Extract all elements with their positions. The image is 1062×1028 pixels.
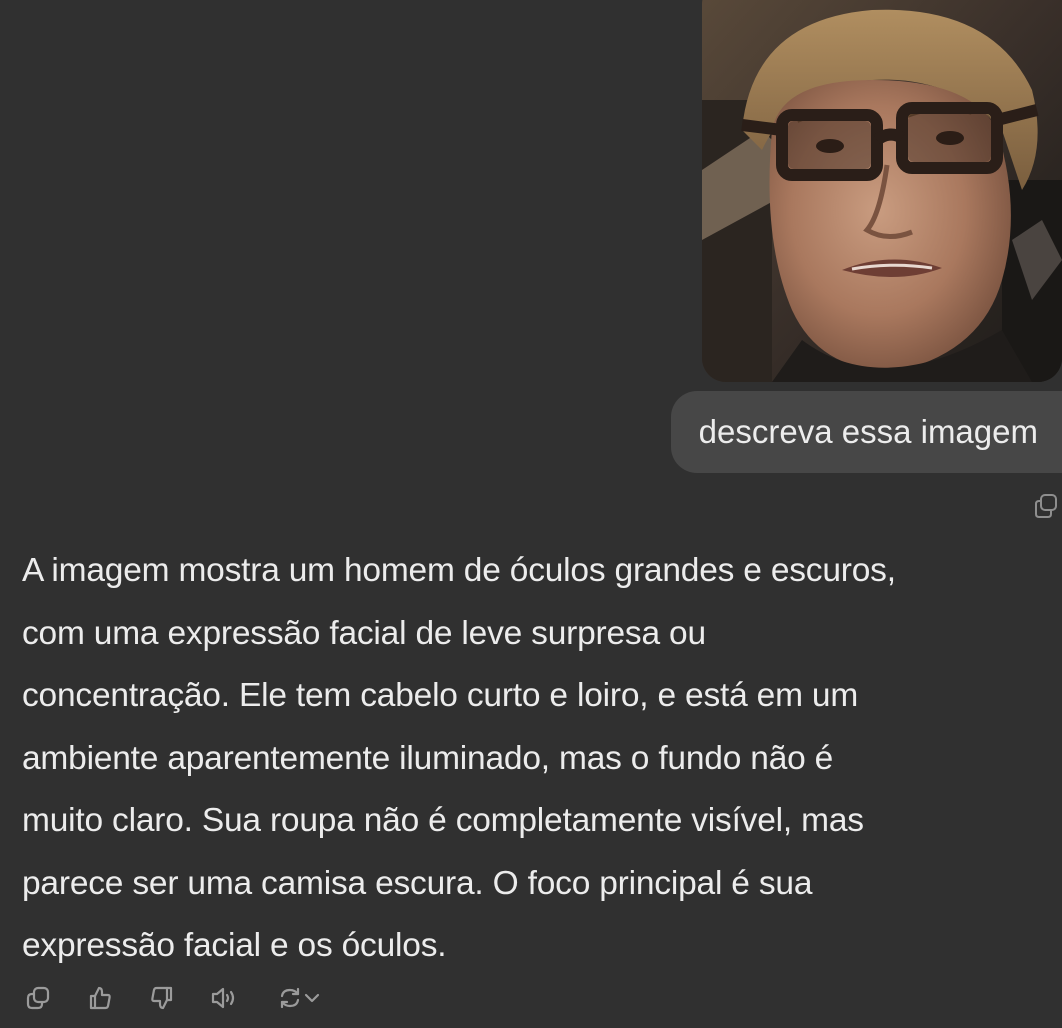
read-aloud-icon [211,987,235,1009]
user-uploaded-image[interactable] [702,0,1062,382]
thumbs-down-icon [151,986,173,1010]
assistant-message-line: ambiente aparentemente iluminado, mas o … [22,739,834,777]
thumbs-down-button[interactable] [146,982,178,1014]
thumbs-up-icon [89,986,111,1010]
copy-button[interactable] [22,982,54,1014]
assistant-message-line: expressão facial e os óculos. [22,927,447,964]
thumbs-up-button[interactable] [84,982,116,1014]
man-with-glasses-photo [702,0,1062,382]
read-aloud-button[interactable] [208,982,240,1014]
assistant-message-line: parece ser uma camisa escura. O foco pri… [22,864,813,902]
assistant-message-line: concentração. Ele tem cabelo curto e loi… [22,677,859,714]
copy-icon [26,986,50,1010]
assistant-message: A imagem mostra um homem de óculos grand… [22,540,1042,978]
regenerate-icon [280,987,300,1009]
message-actions-toolbar [22,980,328,1016]
user-message-bubble: descreva essa imagem [670,391,1062,473]
user-message-text: descreva essa imagem [698,413,1038,450]
assistant-message-line: A imagem mostra um homem de óculos grand… [22,552,896,589]
assistant-message-line: muito claro. Sua roupa não é completamen… [22,802,864,839]
chevron-down-icon [304,993,320,1003]
assistant-message-line: com uma expressão facial de leve surpres… [22,614,706,652]
copy-user-message-icon[interactable] [1034,493,1058,519]
regenerate-button[interactable] [270,982,328,1014]
